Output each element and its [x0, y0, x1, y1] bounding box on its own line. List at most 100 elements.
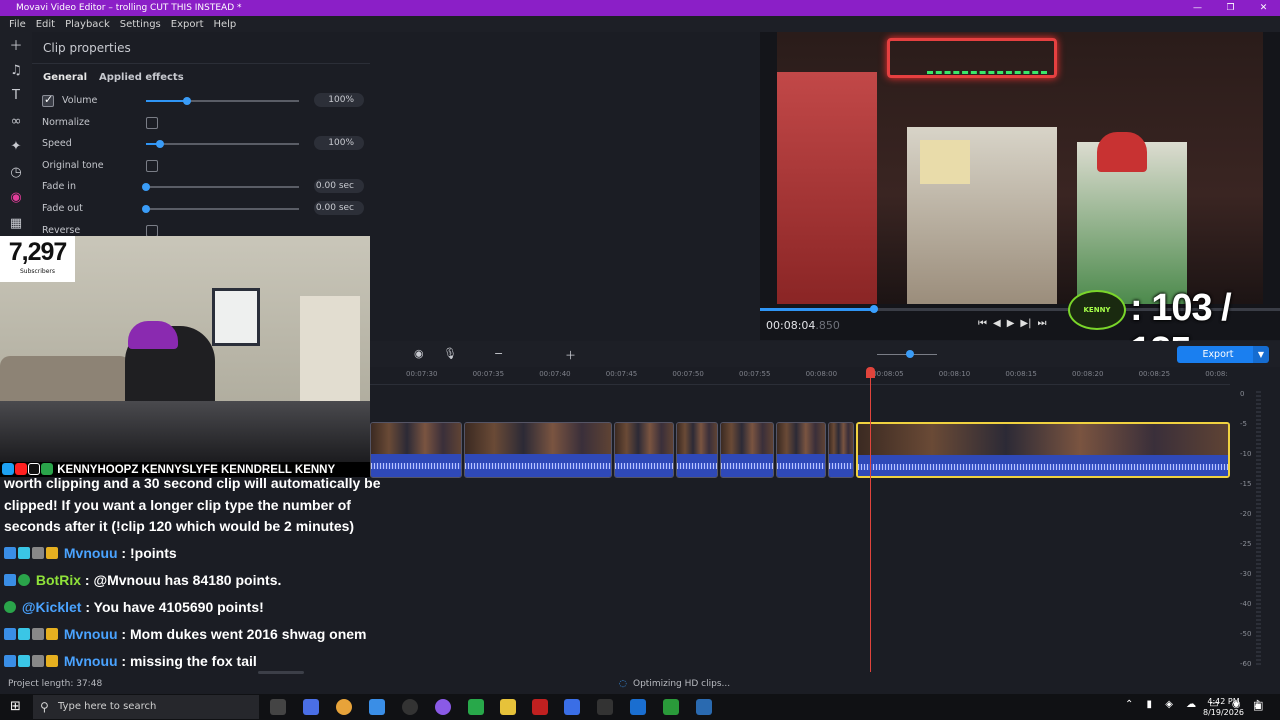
meter-bar — [1256, 390, 1261, 665]
restore-button[interactable]: ❐ — [1214, 0, 1247, 16]
slider-knob[interactable] — [142, 183, 150, 191]
step-back-icon[interactable]: ◀ — [993, 318, 1001, 329]
text-icon[interactable]: T — [0, 83, 32, 109]
step-forward-icon[interactable]: ▶| — [1020, 318, 1031, 329]
optimizing-status: Optimizing HD clips... — [633, 679, 731, 689]
tab-general[interactable]: General — [43, 72, 87, 83]
grid-icon[interactable]: ▦ — [0, 211, 32, 237]
verified-icon — [18, 574, 30, 586]
loading-spinner-icon: ◌ — [619, 679, 627, 689]
timeline-ruler[interactable]: 00:07:30 00:07:35 00:07:40 00:07:45 00:07:50… — [370, 367, 1230, 385]
timeline-clip[interactable] — [776, 422, 826, 478]
chat-username: Mvnouu — [63, 653, 118, 669]
timeline-clip[interactable] — [720, 422, 774, 478]
menu-playback[interactable]: Playback — [65, 19, 110, 30]
taskbar-search-box[interactable]: ⚲ Type here to search — [33, 695, 259, 719]
store-icon[interactable] — [369, 699, 385, 715]
timeline-clip[interactable] — [614, 422, 674, 478]
fade-out-slider[interactable] — [142, 205, 299, 213]
zoom-knob[interactable] — [906, 350, 914, 358]
audio-level-meter: 0 -5 -10 -15 -20 -25 -30 -40 -50 -60 — [1230, 385, 1280, 672]
outlook-icon[interactable] — [630, 699, 646, 715]
app-icon[interactable] — [468, 699, 484, 715]
volume-checkbox[interactable] — [42, 93, 54, 107]
movavi-icon[interactable] — [564, 699, 580, 715]
fade-in-slider[interactable] — [142, 183, 299, 191]
notifications-icon[interactable]: ▣ — [1253, 699, 1263, 712]
normalize-checkbox[interactable] — [146, 117, 158, 129]
volume-slider[interactable] — [146, 97, 299, 105]
original-tone-checkbox[interactable] — [146, 160, 158, 172]
capcut-icon[interactable] — [597, 699, 613, 715]
playhead-handle[interactable] — [866, 367, 875, 378]
slider-knob[interactable] — [183, 97, 192, 105]
system-tray-icons[interactable]: ⌃ ▮ ◈ ☁ ▭ ◉ ♪ — [1125, 699, 1265, 710]
microphone-icon[interactable]: 🎙 — [443, 347, 457, 360]
fade-out-value[interactable]: 0.00 sec — [314, 201, 364, 215]
timeline-clip[interactable] — [676, 422, 718, 478]
app-icon[interactable] — [402, 699, 418, 715]
skip-end-icon[interactable]: ⏭ — [1037, 318, 1046, 329]
chat-text-line: worth clipping and a 30 second clip will… — [4, 475, 381, 491]
timeline-clip[interactable] — [828, 422, 854, 478]
selected-timeline-clip[interactable] — [856, 422, 1230, 478]
fade-in-value[interactable]: 0.00 sec — [314, 179, 364, 193]
slider-knob[interactable] — [155, 140, 164, 148]
timeline-clip[interactable] — [370, 422, 462, 478]
skip-start-icon[interactable]: ⏮ — [978, 318, 987, 329]
timeline-clip[interactable] — [464, 422, 612, 478]
task-view-icon[interactable] — [270, 699, 286, 715]
windows-start-icon[interactable]: ⊞ — [10, 699, 21, 714]
transitions-icon[interactable]: ∞ — [0, 109, 32, 135]
plus-icon[interactable]: ＋ — [0, 32, 32, 58]
copilot-icon[interactable] — [303, 699, 319, 715]
ruler-tick: 00:07:40 — [539, 370, 571, 378]
subscriber-counter: 7,297 Subscribers — [0, 236, 75, 282]
app-icon[interactable] — [532, 699, 548, 715]
speed-value[interactable]: 100% — [314, 136, 364, 150]
zoom-out-icon[interactable]: − — [494, 347, 503, 360]
music-icon[interactable]: ♫ — [0, 58, 32, 84]
zoom-in-icon[interactable]: ＋ — [565, 347, 576, 363]
video-frame[interactable] — [777, 32, 1263, 304]
menu-export[interactable]: Export — [171, 19, 204, 30]
menu-edit[interactable]: Edit — [36, 19, 55, 30]
minimize-button[interactable]: — — [1181, 0, 1214, 16]
file-explorer-icon[interactable] — [500, 699, 516, 715]
webcam-record-icon[interactable]: ◉ — [414, 347, 424, 360]
meter-label: -30 — [1240, 570, 1252, 578]
badge-icon — [46, 547, 58, 559]
badge-icon — [18, 655, 30, 667]
chrome-icon[interactable] — [336, 699, 352, 715]
timeline-scrollbar[interactable] — [258, 671, 304, 674]
menu-file[interactable]: File — [9, 19, 26, 30]
playhead[interactable] — [866, 367, 875, 672]
timer-icon[interactable]: ◷ — [0, 160, 32, 186]
menu-settings[interactable]: Settings — [120, 19, 161, 30]
window-title: Movavi Video Editor – trolling CUT THIS … — [16, 3, 242, 13]
speed-slider[interactable] — [146, 140, 299, 148]
menu-help[interactable]: Help — [213, 19, 236, 30]
slider-knob[interactable] — [142, 205, 150, 213]
chat-message: Mvnouu : missing the fox tail — [4, 653, 257, 669]
tab-applied-effects[interactable]: Applied effects — [99, 72, 184, 83]
taskbar-clock[interactable]: 4:42 PM 8/19/2026 — [1203, 696, 1244, 718]
chat-text-line: seconds after it (!clip 120 which would … — [4, 518, 355, 534]
ruler-tick: 00:08:10 — [938, 370, 971, 378]
effects-icon[interactable]: ✦ — [0, 134, 32, 160]
volume-value[interactable]: 100% — [314, 93, 364, 107]
timecode-main: 00:08:04 — [766, 319, 816, 332]
close-button[interactable]: ✕ — [1247, 0, 1280, 16]
xbox-icon[interactable] — [663, 699, 679, 715]
play-icon[interactable]: ▶ — [1007, 318, 1015, 329]
export-dropdown-icon[interactable]: ▼ — [1253, 346, 1269, 363]
window — [212, 288, 260, 346]
record-icon[interactable]: ◉ — [0, 185, 32, 211]
app-icon[interactable] — [696, 699, 712, 715]
chat-message: @Kicklet : You have 4105690 points! — [4, 599, 264, 615]
tiktok-icon — [28, 463, 40, 475]
panel-title: Clip properties — [43, 41, 131, 55]
obs-icon[interactable] — [435, 699, 451, 715]
divider — [32, 63, 370, 64]
export-button[interactable]: Export — [1177, 346, 1259, 363]
